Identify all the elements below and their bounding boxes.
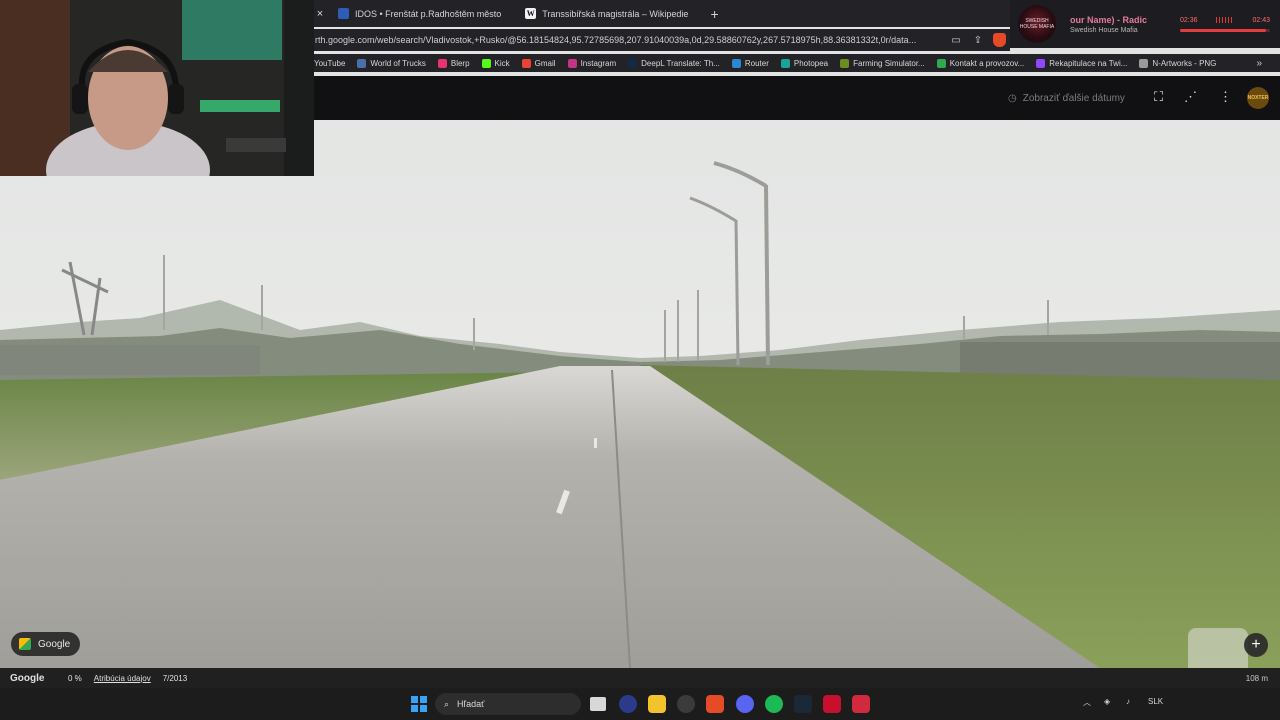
bookmark-kontakt[interactable]: Kontakt a provozov...: [936, 58, 1032, 68]
bookmark-farming-simulator[interactable]: Farming Simulator...: [840, 58, 932, 68]
more-options-icon[interactable]: ⋮: [1219, 89, 1232, 105]
kontakt-icon: [936, 58, 946, 68]
green-light: [182, 0, 282, 60]
close-tab-button[interactable]: ×: [314, 8, 326, 20]
bookmark-kick[interactable]: Kick: [481, 58, 517, 68]
bookmarks-overflow-button[interactable]: »: [1256, 58, 1262, 69]
history-icon: ◷: [1008, 92, 1017, 104]
search-icon: ⌕: [444, 698, 450, 709]
bookmark-n-artworks[interactable]: N-Artworks - PNG: [1139, 58, 1223, 68]
app-icon[interactable]: [852, 695, 870, 713]
file-explorer-icon[interactable]: [648, 695, 666, 713]
new-tab-button[interactable]: +: [700, 6, 728, 22]
bookmark-blerp[interactable]: Blerp: [437, 58, 477, 68]
kick-icon: [481, 58, 491, 68]
avatar[interactable]: NOXTER: [1247, 87, 1269, 109]
deepl-icon: [628, 58, 638, 68]
taskbar-search[interactable]: ⌕ Hľadať: [435, 693, 581, 715]
led-strip: [200, 100, 280, 112]
street-view-header: ◷ Zobraziť ďalšie dátumy ⛶ ⋰ ⋮ NOXTER: [314, 76, 1280, 120]
data-attribution-link[interactable]: Atribúcia údajov: [94, 674, 151, 683]
track-duration: 02:43: [1252, 16, 1270, 24]
windows-start-icon[interactable]: [411, 696, 427, 712]
brave-shields-icon[interactable]: [993, 33, 1006, 47]
tab-label: Transsibiřská magistrála – Wikipedie: [542, 8, 689, 19]
bookmark-youtube[interactable]: YouTube: [314, 59, 352, 68]
show-more-dates-label: Zobraziť ďalšie dátumy: [1022, 92, 1125, 104]
zoom-level: 0 %: [68, 673, 82, 683]
tab-wikipedia[interactable]: W Transsibiřská magistrála – Wikipedie: [513, 0, 700, 27]
waveform-icon: [1216, 17, 1234, 23]
google-earth-icon: [19, 638, 31, 650]
tray-overflow-icon[interactable]: ︿: [1083, 697, 1091, 708]
address-bar[interactable]: rth.google.com/web/search/Vladivostok,+R…: [314, 29, 1010, 51]
bookmark-deepl[interactable]: DeepL Translate: Th...: [628, 58, 727, 68]
router-icon: [731, 58, 741, 68]
show-more-dates-button[interactable]: ◷ Zobraziť ďalšie dátumy: [1008, 87, 1125, 109]
building-left: [0, 345, 260, 375]
task-view-icon[interactable]: [590, 697, 606, 711]
webcam-image: [0, 0, 314, 176]
steam-icon[interactable]: [794, 695, 812, 713]
share-page-icon[interactable]: ⇪: [967, 35, 989, 46]
microphone-icon[interactable]: ♪: [1126, 697, 1130, 706]
screenshot-icon[interactable]: ⛶: [1154, 89, 1163, 105]
street-view-footer: Google 0 % Atribúcia údajov 7/2013 108 m: [0, 668, 1280, 688]
bookmark-router[interactable]: Router: [731, 58, 776, 68]
microphone-arm: [226, 138, 286, 152]
cast-icon[interactable]: ▭: [945, 35, 967, 46]
network-icon[interactable]: ◈: [1104, 697, 1110, 706]
url-text[interactable]: rth.google.com/web/search/Vladivostok,+R…: [314, 35, 945, 45]
share-icon[interactable]: ⋰: [1184, 89, 1197, 105]
gmail-icon: [521, 58, 531, 68]
lane-dash: [594, 438, 597, 448]
instagram-icon: [567, 58, 577, 68]
bookmark-gmail[interactable]: Gmail: [521, 58, 563, 68]
bookmark-instagram[interactable]: Instagram: [567, 58, 624, 68]
globe-icon: [1139, 58, 1149, 68]
voicemeeter-icon[interactable]: [823, 695, 841, 713]
webcam-overlay: [0, 0, 314, 176]
tab-idos[interactable]: IDOS • Frenštát p.Radhoštěm město: [326, 0, 513, 27]
widget-app-icon[interactable]: [619, 695, 637, 713]
photopea-icon: [780, 58, 790, 68]
discord-icon[interactable]: [736, 695, 754, 713]
scale-label: 108 m: [1245, 673, 1268, 683]
album-art: SWEDISH HOUSE MAFIA: [1018, 5, 1056, 43]
bookmark-photopea[interactable]: Photopea: [780, 58, 835, 68]
google-chip-button[interactable]: Google: [11, 632, 81, 656]
spotify-icon[interactable]: [765, 695, 783, 713]
track-title: our Name) - Radic: [1070, 14, 1148, 25]
windows-taskbar: ⌕ Hľadať ︿ ◈ ♪ SLK: [0, 688, 1280, 720]
taskbar-search-placeholder: Hľadať: [457, 699, 485, 709]
wikipedia-favicon-icon: W: [525, 8, 537, 19]
track-artist: Swedish House Mafia: [1070, 26, 1138, 34]
now-playing-widget: SWEDISH HOUSE MAFIA our Name) - Radic Sw…: [1010, 0, 1280, 48]
elapsed-time: 02:36: [1180, 16, 1198, 24]
twitch-icon: [1036, 58, 1046, 68]
world-of-trucks-icon: [357, 58, 367, 68]
tab-label: IDOS • Frenštát p.Radhoštěm město: [355, 8, 502, 19]
language-indicator[interactable]: SLK: [1148, 697, 1163, 706]
farming-simulator-icon: [840, 58, 850, 68]
google-logo: Google: [10, 672, 45, 684]
blerp-icon: [437, 58, 447, 68]
bookmark-world-of-trucks[interactable]: World of Trucks: [357, 58, 432, 68]
zoom-in-button[interactable]: +: [1244, 633, 1268, 657]
bookmarks-bar: YouTube World of Trucks Blerp Kick Gmail…: [314, 54, 1280, 72]
brave-browser-icon[interactable]: [706, 695, 724, 713]
track-progress-bar: [1180, 28, 1270, 32]
obs-icon[interactable]: [677, 695, 695, 713]
imagery-date: 7/2013: [162, 673, 188, 683]
track-progress-fill: [1180, 28, 1266, 32]
idos-favicon-icon: [338, 8, 349, 19]
bookmark-rekapitulace[interactable]: Rekapitulace na Twi...: [1036, 58, 1134, 68]
google-chip-label: Google: [38, 638, 71, 650]
